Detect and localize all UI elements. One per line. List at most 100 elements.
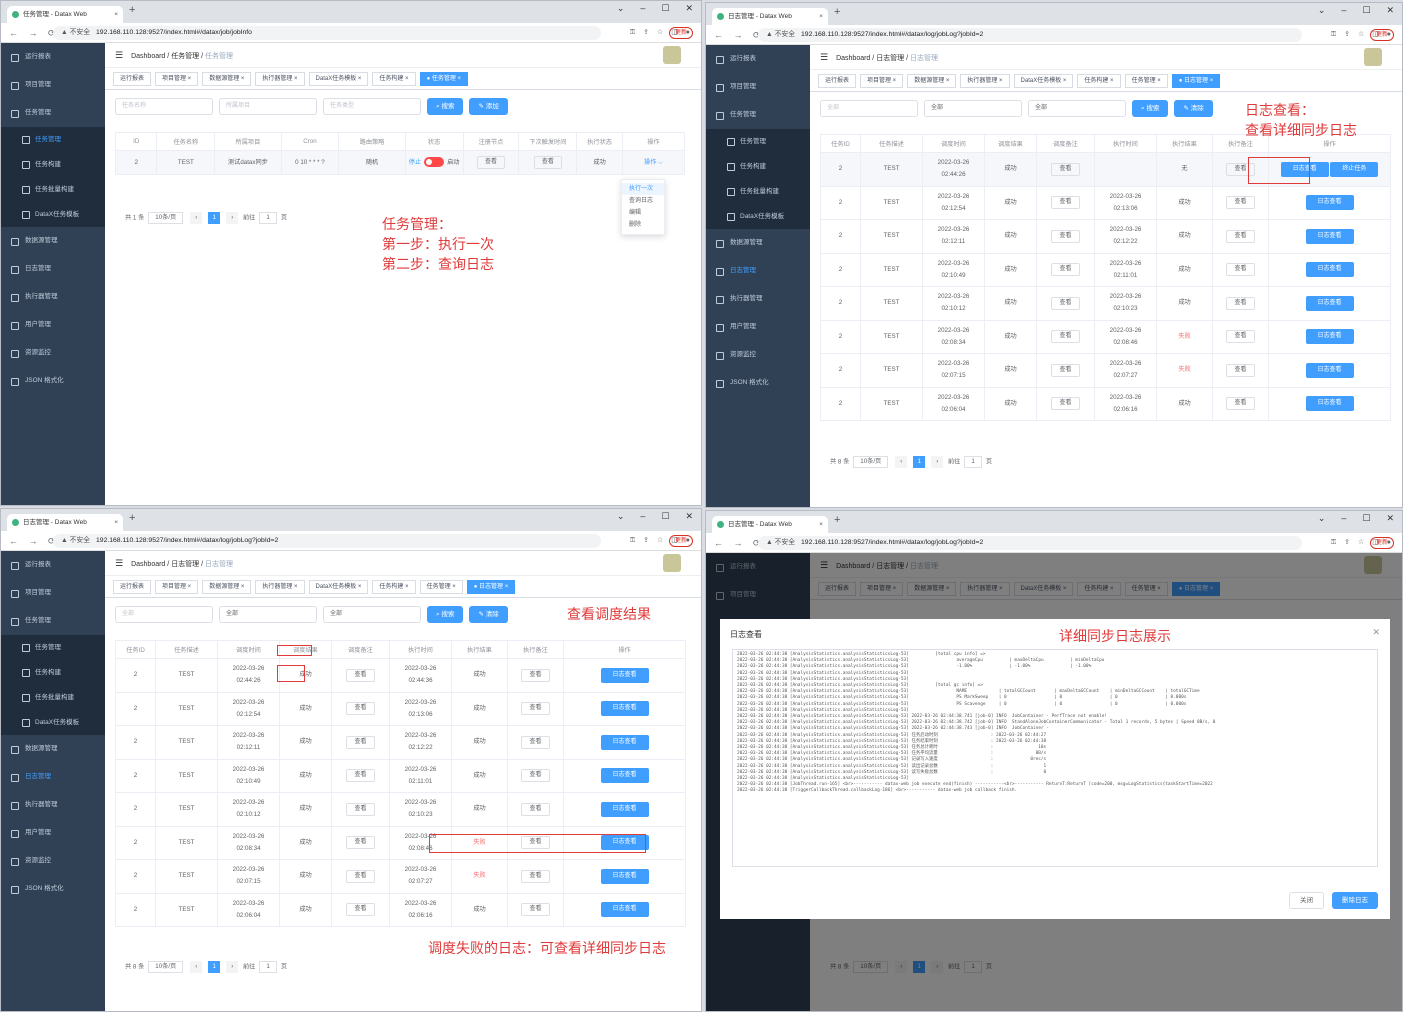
filter-select[interactable]: 全部 (115, 606, 213, 623)
view-log-button[interactable]: 日志查看 (1305, 295, 1354, 311)
sidebar-item-executor[interactable]: 执行器管理 (1, 791, 105, 819)
sidebar-sub-task-build[interactable]: 任务构建 (1, 152, 105, 177)
tag-item[interactable]: DataX任务模板 × (1013, 74, 1074, 88)
url-input[interactable]: ▲ 不安全 192.168.110.128:9527/index.html#/da… (53, 534, 690, 548)
menu-item-edit[interactable]: 编辑 (622, 207, 664, 219)
tag-item[interactable]: 任务构建 × (372, 580, 416, 594)
next-page-icon[interactable]: › (226, 961, 239, 973)
page-size-select[interactable]: 10条/页 (148, 212, 184, 224)
view-button[interactable]: 查看 (533, 156, 562, 169)
view-button[interactable]: 查看 (346, 735, 375, 749)
tag-item[interactable]: DataX任务模板 × (308, 72, 369, 86)
clear-button[interactable]: ✎ 清除 (469, 606, 508, 623)
tag-item[interactable]: 项目管理 × (155, 580, 199, 594)
tag-item[interactable]: 任务管理 × (1124, 74, 1168, 88)
tag-item[interactable]: 运行报表 (818, 74, 857, 88)
new-tab-icon[interactable]: + (129, 4, 135, 16)
breadcrumb-home[interactable]: Dashboard (131, 53, 165, 60)
tag-item[interactable]: 任务构建 × (1077, 74, 1121, 88)
browser-tab[interactable]: 任务管理 - Datax Web × (7, 6, 123, 23)
view-log-button[interactable]: 日志查看 (600, 734, 649, 750)
menu-item-run-once[interactable]: 执行一次 (622, 183, 664, 195)
view-button[interactable]: 查看 (521, 668, 550, 682)
view-button[interactable]: 查看 (476, 156, 505, 169)
view-log-button[interactable]: 日志查看 (1305, 262, 1354, 278)
view-button[interactable]: 查看 (346, 869, 375, 883)
view-log-button[interactable]: 日志查看 (1305, 195, 1354, 211)
minimize-icon[interactable]: – (1341, 513, 1348, 523)
view-button[interactable]: 查看 (521, 903, 550, 917)
sidebar-item-task[interactable]: 任务管理 (1, 99, 105, 127)
tag-item-active[interactable]: ● 日志管理 × (466, 580, 516, 594)
filter-select[interactable]: 全部 (820, 100, 918, 117)
update-button[interactable]: 更新 (668, 27, 693, 39)
close-icon[interactable]: ✕ (1372, 627, 1380, 638)
sidebar-item-user[interactable]: 用户管理 (706, 313, 810, 341)
page-size-select[interactable]: 10条/页 (148, 961, 184, 973)
tag-item[interactable]: 执行器管理 × (255, 580, 305, 594)
sidebar-item-report[interactable]: 运行报表 (1, 43, 105, 71)
sidebar-item-project[interactable]: 项目管理 (706, 73, 810, 101)
view-button[interactable]: 查看 (1226, 229, 1255, 243)
filter-select[interactable]: 全部 (323, 606, 421, 623)
job-name-input[interactable]: 任务名称 (115, 98, 213, 115)
sidebar-sub-task-manage[interactable]: 任务管理 (1, 127, 105, 152)
sidebar-item-datasource[interactable]: 数据源管理 (706, 229, 810, 257)
view-button[interactable]: 查看 (346, 668, 375, 682)
hamburger-icon[interactable]: ☰ (115, 50, 123, 60)
url-input[interactable]: ▲ 不安全 192.168.110.128:9527/index.html#/da… (53, 26, 690, 40)
sidebar-sub-batch-build[interactable]: 任务批量构建 (1, 685, 105, 710)
sidebar-item-log[interactable]: 日志管理 (1, 255, 105, 283)
next-page-icon[interactable]: › (226, 212, 239, 224)
sidebar-sub-task-manage[interactable]: 任务管理 (1, 635, 105, 660)
tag-item[interactable]: 项目管理 × (860, 74, 904, 88)
breadcrumb-item[interactable]: 任务管理 (171, 53, 199, 60)
sidebar-item-monitor[interactable]: 资源监控 (1, 339, 105, 367)
close-icon[interactable]: × (819, 8, 823, 25)
view-button[interactable]: 查看 (521, 769, 550, 783)
nav-buttons[interactable]: ← → ⟳ (9, 23, 60, 43)
tag-item[interactable]: 数据源管理 × (907, 74, 957, 88)
status-toggle[interactable] (424, 156, 445, 167)
view-log-button[interactable]: 日志查看 (1305, 329, 1354, 345)
sidebar-sub-batch-build[interactable]: 任务批量构建 (1, 177, 105, 202)
sidebar-item-log[interactable]: 日志管理 (1, 763, 105, 791)
close-icon[interactable]: × (114, 6, 118, 23)
view-button[interactable]: 查看 (346, 769, 375, 783)
sidebar-sub-template[interactable]: DataX任务模板 (706, 204, 810, 229)
close-icon[interactable]: ✕ (1386, 513, 1396, 524)
tag-item[interactable]: 运行报表 (113, 580, 152, 594)
sidebar-item-json[interactable]: JSON 格式化 (706, 369, 810, 397)
sidebar-sub-task-build[interactable]: 任务构建 (706, 154, 810, 179)
view-log-button[interactable]: 日志查看 (1305, 362, 1354, 378)
maximize-icon[interactable]: ☐ (661, 3, 671, 14)
sidebar-item-json[interactable]: JSON 格式化 (1, 367, 105, 395)
view-button[interactable]: 查看 (1226, 296, 1255, 310)
sidebar-item-executor[interactable]: 执行器管理 (1, 283, 105, 311)
view-button[interactable]: 查看 (1051, 296, 1080, 310)
view-log-button[interactable]: 日志查看 (600, 868, 649, 884)
search-button[interactable]: ⌕ 搜索 (1132, 100, 1169, 117)
view-button[interactable]: 查看 (521, 869, 550, 883)
view-log-button[interactable]: 日志查看 (600, 801, 649, 817)
add-button[interactable]: ✎ 添加 (469, 98, 508, 115)
maximize-icon[interactable]: ☐ (1362, 513, 1372, 524)
view-button[interactable]: 查看 (521, 802, 550, 816)
tag-item[interactable]: 数据源管理 × (202, 72, 252, 86)
delete-log-button[interactable]: 删除日志 (1332, 892, 1378, 909)
view-button[interactable]: 查看 (1051, 196, 1080, 210)
tag-item[interactable]: 任务管理 × (419, 580, 463, 594)
log-content[interactable]: 2022-03-26 02:44:38 [AnalysisStatistics.… (732, 649, 1378, 867)
view-button[interactable]: 查看 (346, 702, 375, 716)
close-icon[interactable]: ✕ (685, 3, 695, 14)
browser-tab[interactable]: 日志管理 - Datax Web × (712, 8, 828, 25)
sidebar-item-monitor[interactable]: 资源监控 (706, 341, 810, 369)
view-button[interactable]: 查看 (1226, 263, 1255, 277)
search-button[interactable]: ⌕ 搜索 (427, 606, 464, 623)
new-tab-icon[interactable]: + (834, 514, 840, 526)
tag-item[interactable]: 数据源管理 × (202, 580, 252, 594)
sidebar-item-datasource[interactable]: 数据源管理 (1, 735, 105, 763)
sidebar-item-task[interactable]: 任务管理 (706, 101, 810, 129)
sidebar-sub-template[interactable]: DataX任务模板 (1, 202, 105, 227)
nav-buttons[interactable]: ← → ⟳ (714, 533, 765, 553)
